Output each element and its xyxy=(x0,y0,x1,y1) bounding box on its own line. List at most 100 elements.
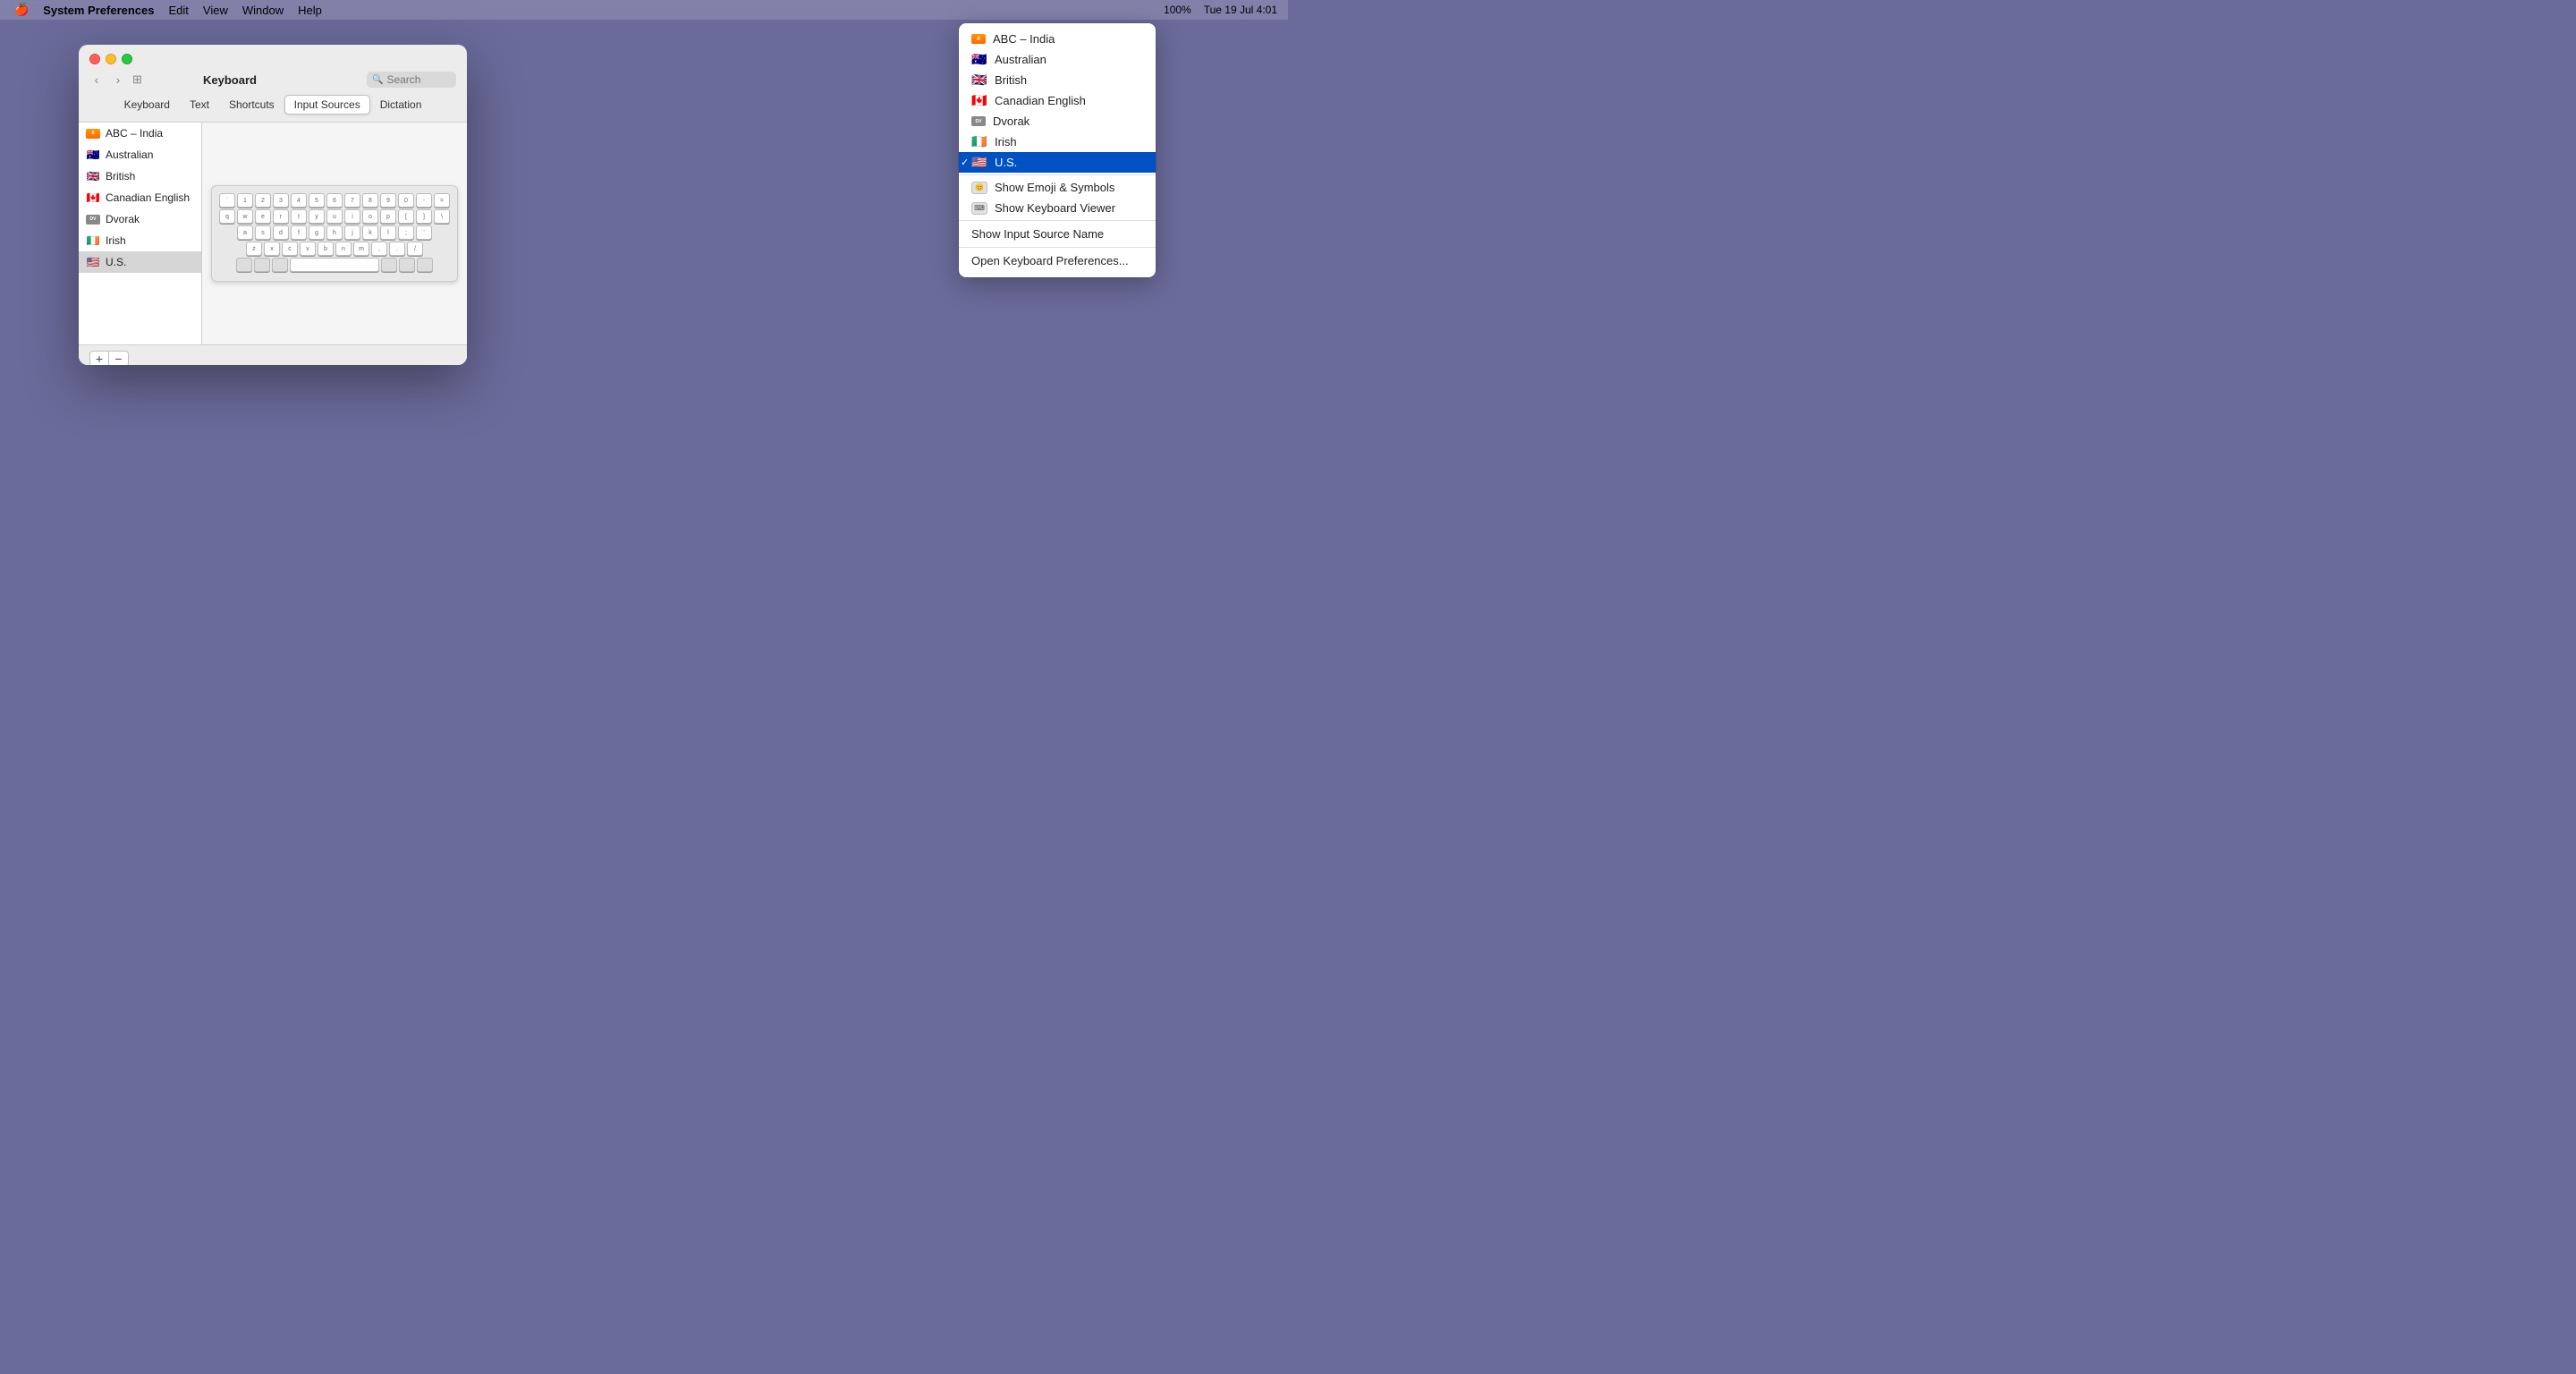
traffic-lights xyxy=(79,45,467,72)
search-input[interactable] xyxy=(386,73,449,86)
canadian-flag-icon: 🇨🇦 xyxy=(86,193,100,203)
key-row-2: q w e r t y u i o p [ ] \ xyxy=(219,209,450,224)
key-n: n xyxy=(335,242,352,256)
key-w: w xyxy=(237,209,253,224)
key-m: m xyxy=(353,242,369,256)
irish-flag-icon: 🇮🇪 xyxy=(86,236,100,246)
dropdown-show-emoji[interactable]: 😊 Show Emoji & Symbols xyxy=(959,177,1156,198)
dropdown-item-irish[interactable]: 🇮🇪 Irish xyxy=(959,131,1156,152)
tab-keyboard[interactable]: Keyboard xyxy=(114,95,180,114)
tab-text[interactable]: Text xyxy=(180,95,219,114)
dropdown-australian-flag: 🇦🇺 xyxy=(971,55,987,65)
dropdown-item-dvorak[interactable]: DV Dvorak xyxy=(959,111,1156,131)
key-row-1: ` 1 2 3 4 5 6 7 8 9 0 - = xyxy=(219,193,450,208)
keyboard-viewer-icon: ⌨ xyxy=(971,202,987,215)
dropdown-item-canadian-english[interactable]: 🇨🇦 Canadian English xyxy=(959,90,1156,111)
dropdown-show-keyboard-viewer[interactable]: ⌨ Show Keyboard Viewer xyxy=(959,198,1156,218)
menubar-help[interactable]: Help xyxy=(291,4,329,17)
key-i: i xyxy=(344,209,360,224)
dropdown-item-australian[interactable]: 🇦🇺 Australian xyxy=(959,49,1156,70)
key-backslash: \ xyxy=(434,209,450,224)
menubar-window[interactable]: Window xyxy=(235,4,291,17)
menubar-edit[interactable]: Edit xyxy=(162,4,196,17)
maximize-button[interactable] xyxy=(122,54,132,64)
dropdown-label-us: U.S. xyxy=(995,156,1017,169)
dropdown-item-british[interactable]: 🇬🇧 British xyxy=(959,70,1156,90)
dropdown-show-input-source-name[interactable]: Show Input Source Name xyxy=(959,223,1156,245)
dropdown-item-us[interactable]: ✓ 🇺🇸 U.S. xyxy=(959,152,1156,173)
key-s: s xyxy=(255,225,271,240)
sidebar-item-canadian-english[interactable]: 🇨🇦 Canadian English xyxy=(79,187,201,208)
key-q: q xyxy=(219,209,235,224)
key-u: u xyxy=(326,209,343,224)
apple-menu[interactable]: 🍎 xyxy=(7,3,36,17)
dropdown-british-flag: 🇬🇧 xyxy=(971,75,987,86)
sidebar-item-abc-india[interactable]: A ABC – India xyxy=(79,123,201,144)
tab-input-sources[interactable]: Input Sources xyxy=(284,95,370,114)
window-title: Keyboard xyxy=(100,73,360,87)
close-button[interactable] xyxy=(89,54,100,64)
sidebar-item-australian[interactable]: 🇦🇺 Australian xyxy=(79,144,201,165)
key-9: 9 xyxy=(380,193,396,208)
sidebar-label-canadian-english: Canadian English xyxy=(106,191,190,204)
emoji-icon: 😊 xyxy=(971,182,987,194)
key-y: y xyxy=(309,209,325,224)
key-comma: , xyxy=(371,242,387,256)
key-k: k xyxy=(362,225,378,240)
key-e: e xyxy=(255,209,271,224)
tab-shortcuts[interactable]: Shortcuts xyxy=(219,95,284,114)
dropdown-open-keyboard-prefs[interactable]: Open Keyboard Preferences... xyxy=(959,250,1156,272)
remove-source-button[interactable]: − xyxy=(109,351,129,365)
key-blank-6 xyxy=(417,258,433,272)
dropdown-open-prefs-section: Open Keyboard Preferences... xyxy=(959,248,1156,274)
input-sources-sidebar: A ABC – India 🇦🇺 Australian 🇬🇧 British 🇨… xyxy=(79,123,202,344)
menubar-system-preferences[interactable]: System Preferences xyxy=(36,4,161,17)
dropdown-label-british: British xyxy=(995,73,1027,87)
sidebar-label-british: British xyxy=(106,170,135,182)
key-2: 2 xyxy=(255,193,271,208)
dropdown-label-australian: Australian xyxy=(995,53,1046,66)
key-7: 7 xyxy=(344,193,360,208)
keyboard-preview-area: ` 1 2 3 4 5 6 7 8 9 0 - = q w xyxy=(202,123,467,344)
key-p: p xyxy=(380,209,396,224)
key-h: h xyxy=(326,225,343,240)
key-c: c xyxy=(282,242,298,256)
menubar-view[interactable]: View xyxy=(196,4,235,17)
dropdown-emoji-label: Show Emoji & Symbols xyxy=(995,181,1114,194)
key-rbracket: ] xyxy=(416,209,432,224)
key-o: o xyxy=(362,209,378,224)
dropdown-show-source-name-section: Show Input Source Name xyxy=(959,221,1156,248)
add-source-button[interactable]: + xyxy=(89,351,109,365)
dropdown-item-abc-india[interactable]: A ABC – India xyxy=(959,29,1156,49)
key-row-3: a s d f g h j k l ; ' xyxy=(219,225,450,240)
dropdown-us-flag: 🇺🇸 xyxy=(971,157,987,168)
key-blank-5 xyxy=(399,258,415,272)
key-backtick: ` xyxy=(219,193,235,208)
dropdown-canadian-flag: 🇨🇦 xyxy=(971,96,987,106)
key-6: 6 xyxy=(326,193,343,208)
key-1: 1 xyxy=(237,193,253,208)
sidebar-item-dvorak[interactable]: DV Dvorak xyxy=(79,208,201,230)
key-blank-2 xyxy=(254,258,270,272)
minimize-button[interactable] xyxy=(106,54,116,64)
dropdown-dvorak-icon: DV xyxy=(971,116,986,126)
key-f: f xyxy=(291,225,307,240)
australian-flag-icon: 🇦🇺 xyxy=(86,150,100,160)
abc-india-icon: A xyxy=(86,129,100,139)
key-blank-3 xyxy=(272,258,288,272)
search-box[interactable]: 🔍 xyxy=(367,72,456,88)
sidebar-item-us[interactable]: 🇺🇸 U.S. xyxy=(79,251,201,273)
tab-dictation[interactable]: Dictation xyxy=(370,95,432,114)
dropdown-keyboard-viewer-label: Show Keyboard Viewer xyxy=(995,201,1115,215)
add-remove-buttons: + − xyxy=(89,351,456,365)
sidebar-item-irish[interactable]: 🇮🇪 Irish xyxy=(79,230,201,251)
key-equals: = xyxy=(434,193,450,208)
key-blank-1 xyxy=(236,258,252,272)
key-semicolon: ; xyxy=(398,225,414,240)
menubar: 🍎 System Preferences Edit View Window He… xyxy=(0,0,1288,20)
dropdown-label-dvorak: Dvorak xyxy=(993,114,1030,128)
sidebar-item-british[interactable]: 🇬🇧 British xyxy=(79,165,201,187)
dropdown-language-section: A ABC – India 🇦🇺 Australian 🇬🇧 British 🇨… xyxy=(959,27,1156,175)
key-a: a xyxy=(237,225,253,240)
sidebar-label-irish: Irish xyxy=(106,234,126,247)
